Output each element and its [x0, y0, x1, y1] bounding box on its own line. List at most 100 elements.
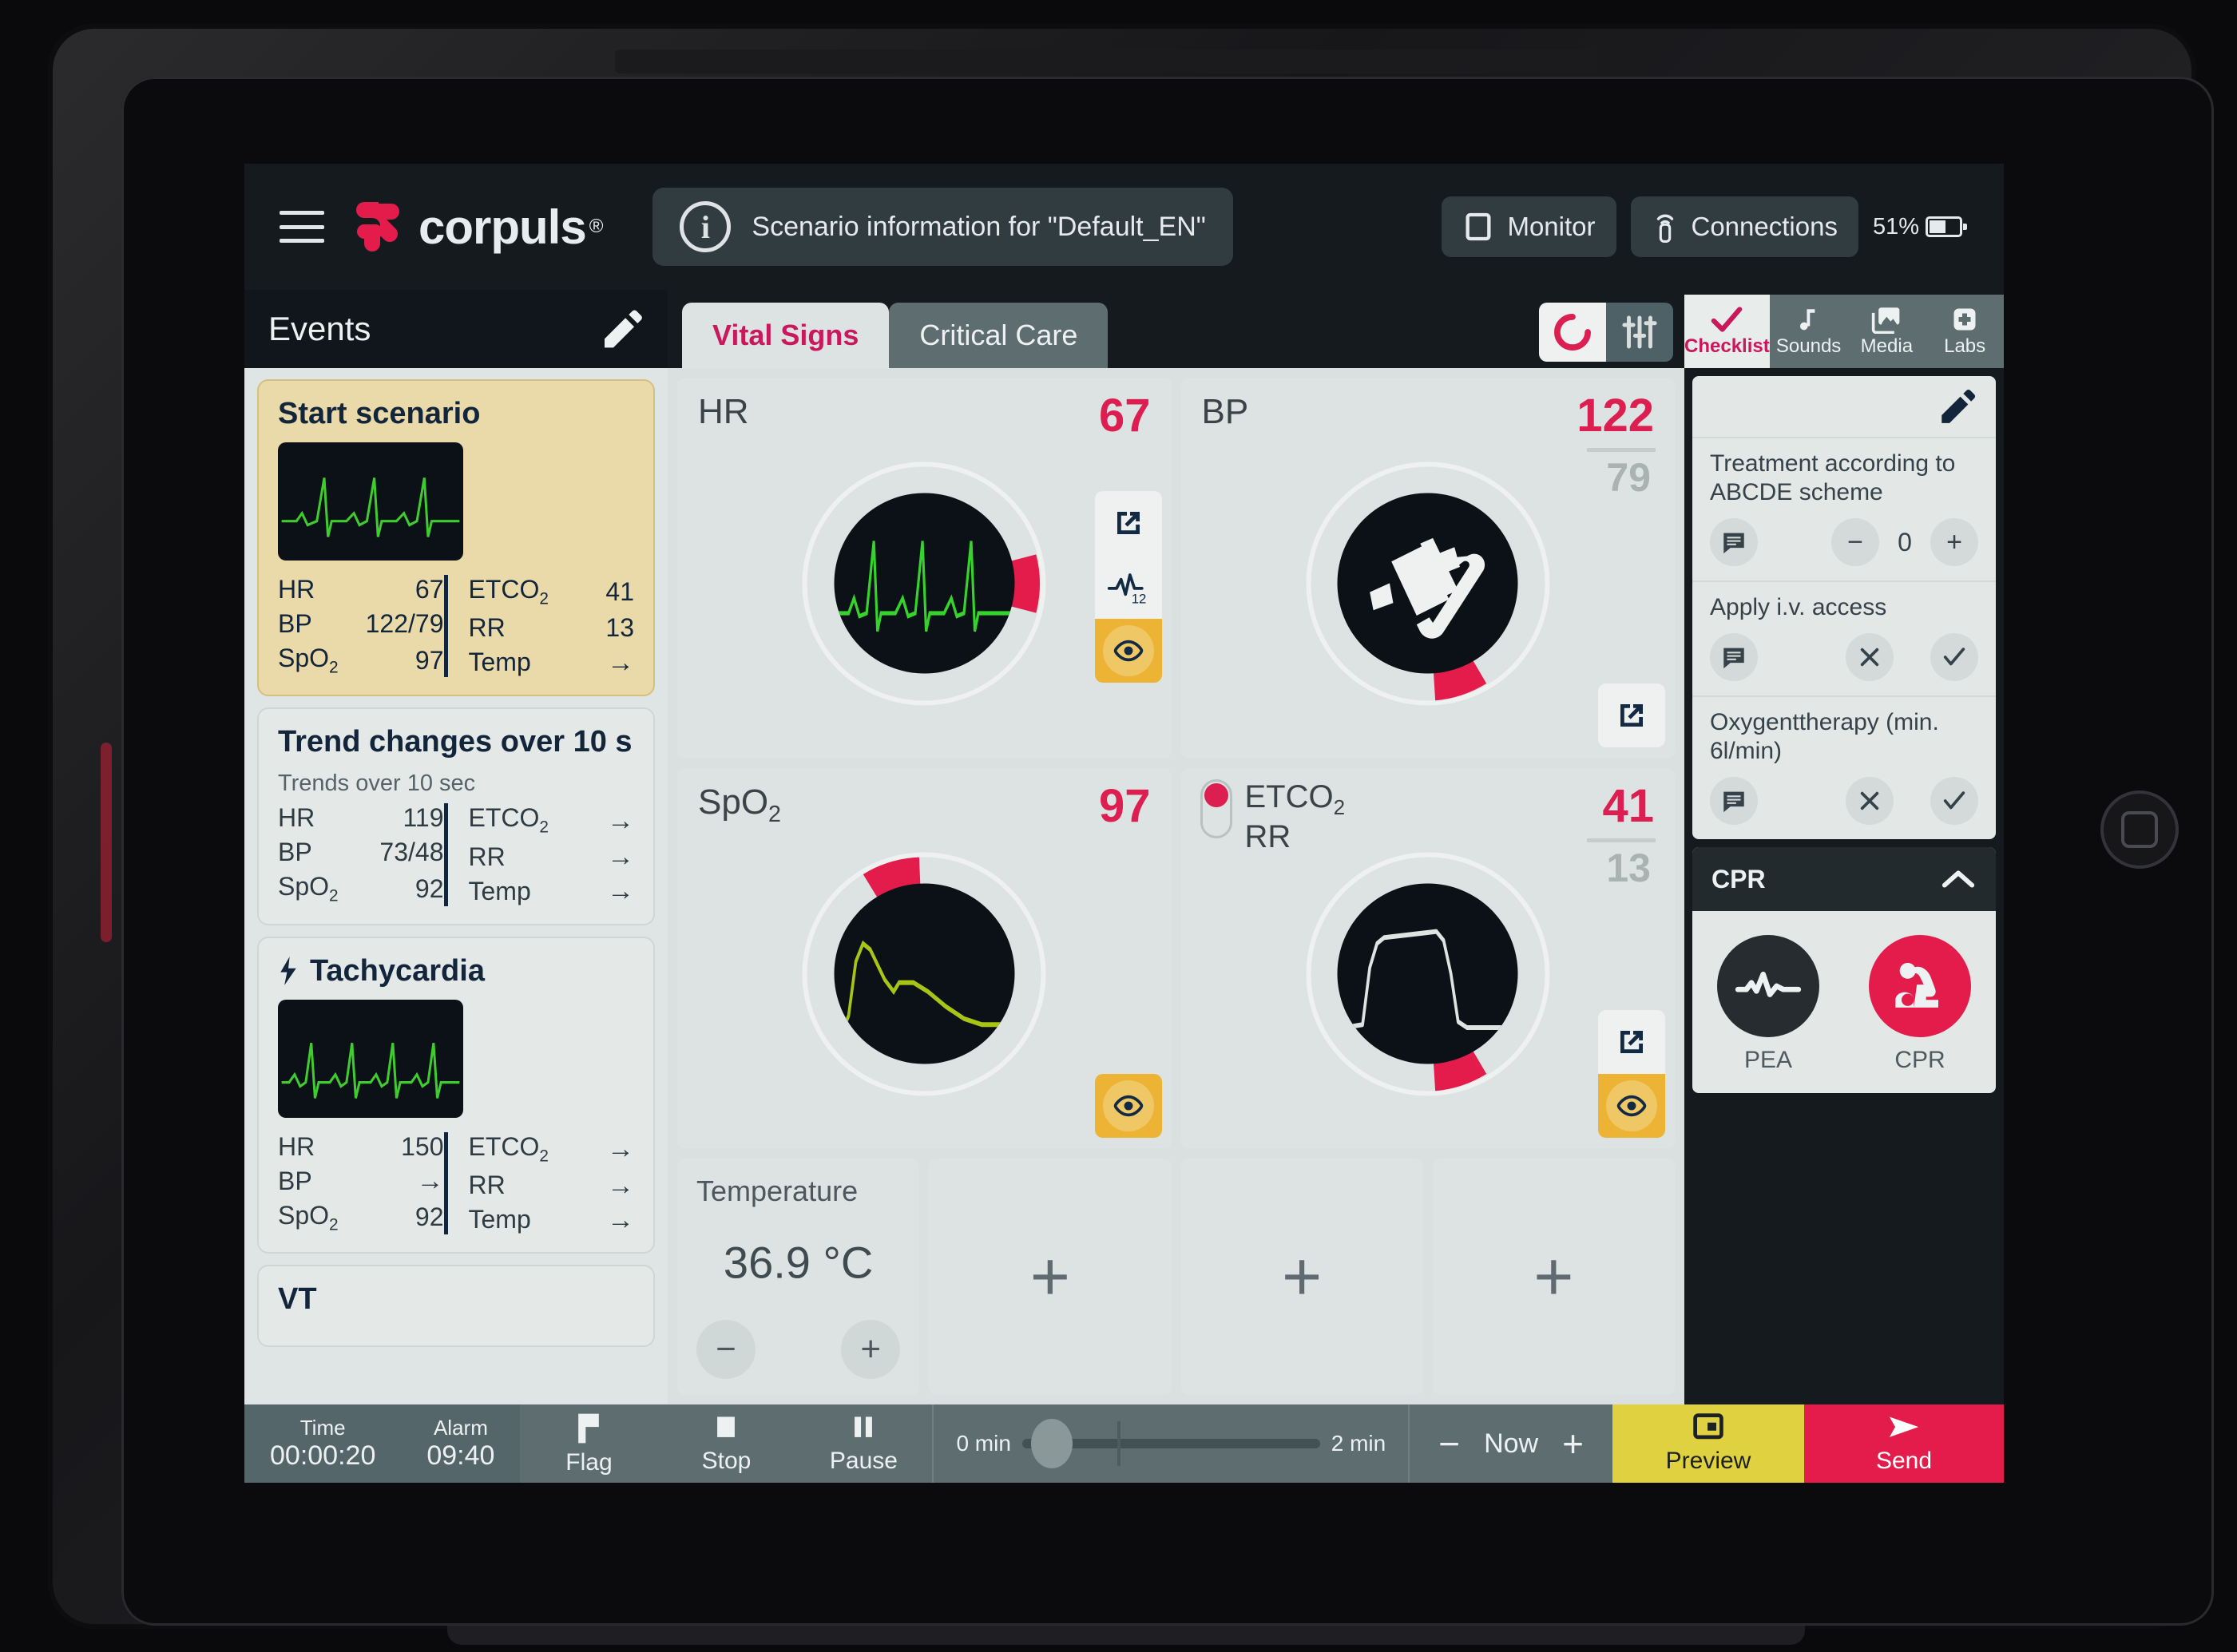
tile-hr-visibility-button[interactable]: [1094, 619, 1162, 683]
flag-button[interactable]: Flag: [520, 1404, 657, 1483]
checklist-decrement-button[interactable]: −: [1831, 518, 1879, 566]
tile-hr-expand-button[interactable]: [1094, 491, 1162, 555]
menu-icon[interactable]: [280, 211, 324, 243]
battery-percent: 51%: [1872, 213, 1919, 240]
preview-label: Preview: [1665, 1448, 1751, 1474]
preview-button[interactable]: Preview: [1612, 1404, 1804, 1483]
etco2-rr-toggle[interactable]: [1200, 779, 1232, 839]
stop-button[interactable]: Stop: [657, 1404, 795, 1483]
tab-sounds[interactable]: Sounds: [1769, 295, 1848, 368]
tile-temperature-label: Temperature: [696, 1175, 859, 1208]
bp-cuff-icon: [1370, 538, 1485, 640]
check-icon: [1711, 307, 1743, 332]
event-vital-row: SpO2 97: [278, 644, 444, 677]
pause-button[interactable]: Pause: [795, 1404, 932, 1483]
tile-temperature-controls: − +: [696, 1320, 901, 1379]
tile-etco2-visibility-button[interactable]: [1598, 1074, 1665, 1139]
event-card[interactable]: Tachycardia HR 150 BP → SpO2 92 ETCO2 → RR → Temp →: [257, 936, 655, 1254]
scenario-information-banner[interactable]: i Scenario information for "Default_EN": [652, 188, 1233, 266]
tile-hr-12lead-button[interactable]: 12: [1094, 555, 1162, 619]
tile-etco2-expand-button[interactable]: [1598, 1010, 1665, 1075]
tile-add-parameter-3[interactable]: +: [1432, 1159, 1675, 1395]
now-decrement-button[interactable]: −: [1438, 1422, 1460, 1465]
slider-handle[interactable]: [1031, 1419, 1073, 1468]
checklist-note-button[interactable]: [1710, 518, 1758, 566]
temperature-increment-button[interactable]: +: [841, 1320, 901, 1379]
temperature-decrement-button[interactable]: −: [696, 1320, 756, 1379]
event-card-title-text: Trend changes over 10 s: [278, 725, 633, 759]
connections-label: Connections: [1691, 212, 1838, 241]
alarm-ring-button[interactable]: [1539, 303, 1606, 362]
now-controls: − Now +: [1410, 1404, 1612, 1483]
device-side-accent: [101, 743, 112, 942]
events-list[interactable]: Start scenario HR 67 BP 122/79 SpO2 97 ETCO2 41 R…: [244, 368, 668, 1404]
cpr-action-pea[interactable]: PEA: [1717, 935, 1819, 1074]
tile-spo2-label-sub: 2: [768, 801, 781, 827]
event-vital-row: HR 67: [278, 575, 444, 604]
checklist-note-button[interactable]: [1710, 633, 1758, 681]
time-slider[interactable]: [1021, 1419, 1320, 1468]
checklist-confirm-button[interactable]: [1930, 633, 1978, 681]
tab-checklist[interactable]: Checklist: [1684, 295, 1770, 368]
app-body: Events Start scenario HR 67 BP 122/79 SpO2 97 E…: [244, 290, 2004, 1404]
tile-add-parameter-2[interactable]: +: [1180, 1159, 1423, 1395]
tile-spo2-waveform: [834, 883, 1015, 1064]
checklist-item[interactable]: Oxygenttherapy (min. 6l/min): [1692, 695, 1996, 839]
home-button[interactable]: [2100, 790, 2179, 869]
external-link-icon: [1620, 704, 1643, 727]
checklist-confirm-button[interactable]: [1930, 777, 1978, 825]
tab-critical-care[interactable]: Critical Care: [889, 303, 1109, 368]
pea-waveform-icon: [1717, 935, 1819, 1037]
event-vital-row: Temp →: [469, 877, 635, 906]
monitor-button[interactable]: Monitor: [1442, 196, 1616, 257]
checklist-edit-row: [1692, 376, 1996, 437]
tab-labs[interactable]: Labs: [1926, 295, 2004, 368]
tab-media[interactable]: Media: [1847, 295, 1926, 368]
checklist-note-button[interactable]: [1710, 777, 1758, 825]
event-vitals-column-right: ETCO2 → RR → Temp →: [443, 1131, 635, 1235]
event-vital-row: HR 150: [278, 1132, 444, 1162]
header-actions: Monitor Connections 51%: [1442, 196, 1986, 257]
event-card[interactable]: Start scenario HR 67 BP 122/79 SpO2 97 ETCO2 41 R…: [257, 379, 655, 697]
cpr-action-pea-label: PEA: [1743, 1047, 1793, 1073]
tile-temperature[interactable]: Temperature 36.9 °C − +: [677, 1159, 920, 1395]
checklist-reject-button[interactable]: [1846, 777, 1894, 825]
wireless-device-icon: [1656, 214, 1673, 243]
send-button[interactable]: Send: [1804, 1404, 2004, 1483]
checklist-reject-button[interactable]: [1846, 633, 1894, 681]
event-card[interactable]: Trend changes over 10 s Trends over 10 se…: [257, 707, 655, 925]
tile-bp[interactable]: BP 122 79: [1180, 378, 1675, 759]
event-vital-row: Temp →: [469, 1205, 635, 1234]
tile-add-parameter-1[interactable]: +: [929, 1159, 1172, 1395]
checklist-item[interactable]: Treatment according to ABCDE scheme −0 +: [1692, 437, 1996, 580]
cpr-action-cpr[interactable]: CPR: [1869, 935, 1971, 1074]
chevron-up-icon[interactable]: [1940, 867, 1977, 891]
checklist-increment-button[interactable]: +: [1930, 518, 1978, 566]
stop-label: Stop: [701, 1448, 752, 1474]
edit-pencil-icon[interactable]: [599, 307, 644, 351]
edit-pencil-icon[interactable]: [1937, 386, 1977, 426]
tile-spo2[interactable]: SpO2 97: [677, 768, 1172, 1150]
tile-spo2-gauge: [802, 852, 1046, 1096]
external-link-icon: [1620, 1031, 1643, 1054]
scenario-time: Time 00:00:20: [244, 1404, 401, 1483]
scenario-time-caption: Time: [299, 1416, 346, 1440]
battery-icon: [1926, 216, 1967, 237]
checklist-item[interactable]: Apply i.v. access: [1692, 580, 1996, 695]
tile-spo2-visibility-button[interactable]: [1094, 1074, 1162, 1139]
slider-min-label: 0 min: [956, 1431, 1011, 1456]
cpr-panel-header[interactable]: CPR: [1692, 847, 1996, 911]
tab-vital-signs[interactable]: Vital Signs: [682, 303, 890, 368]
connections-button[interactable]: Connections: [1630, 196, 1858, 257]
checklist-item-text: Treatment according to ABCDE scheme: [1710, 450, 1956, 505]
tile-bp-expand-button[interactable]: [1598, 683, 1665, 748]
event-vital-value: 122/79: [365, 609, 444, 638]
event-vital-value: 13: [605, 613, 634, 643]
event-card[interactable]: VT: [257, 1265, 655, 1348]
tile-hr[interactable]: HR 67 12: [677, 378, 1172, 759]
settings-sliders-button[interactable]: [1606, 303, 1673, 362]
ecg-lead-count: 12: [1131, 592, 1146, 606]
tile-etco2[interactable]: ETCO2 RR 41 13: [1180, 768, 1675, 1150]
tab-sounds-label: Sounds: [1775, 335, 1842, 357]
now-increment-button[interactable]: +: [1562, 1422, 1584, 1465]
